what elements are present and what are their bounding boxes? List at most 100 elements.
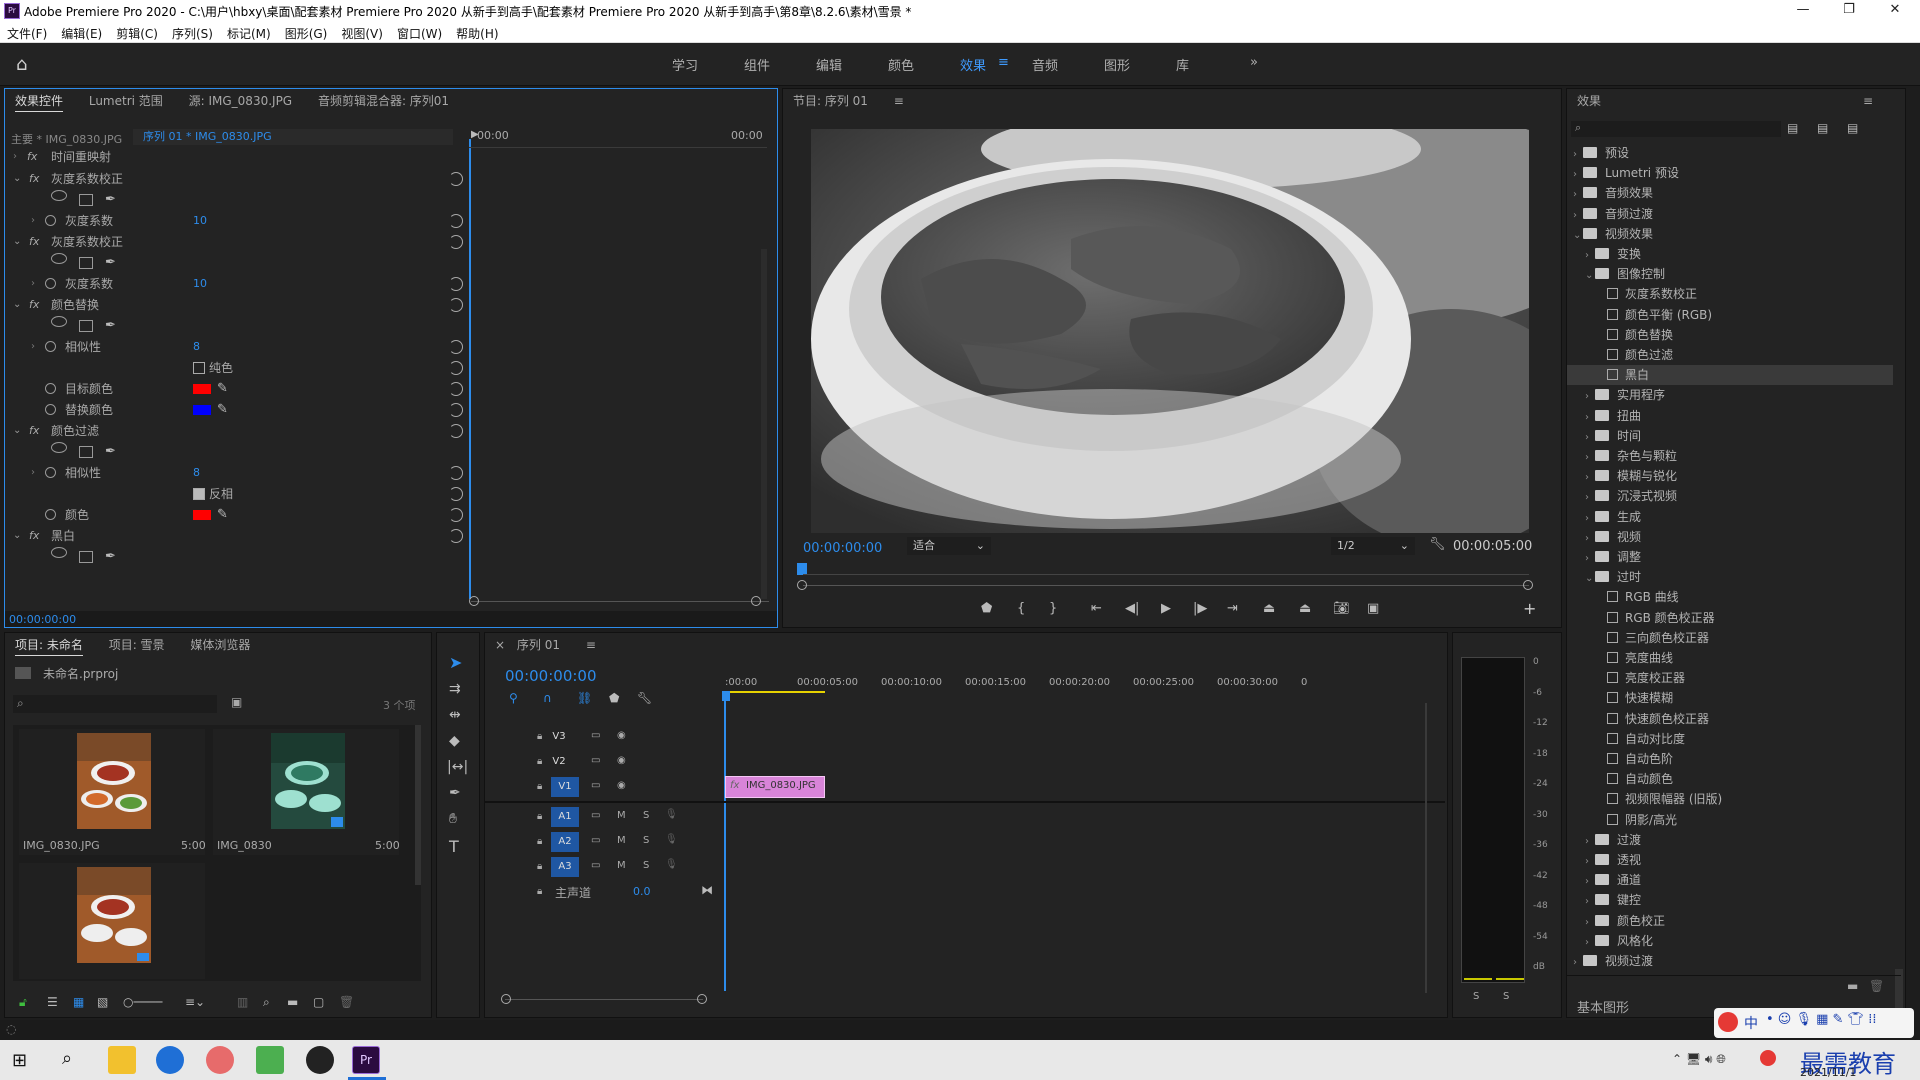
pen-mask-icon[interactable]: ✒ [105, 547, 116, 567]
step-back-icon[interactable]: ◀| [1125, 601, 1139, 616]
effects-folder[interactable]: › 扭曲 [1567, 406, 1893, 426]
chevron-right-icon[interactable]: › [1585, 509, 1595, 529]
effect-item[interactable]: 自动色阶 [1567, 749, 1893, 769]
extract-icon[interactable]: ⏏ [1299, 601, 1311, 616]
lock-icon[interactable]: 🔒︎ [537, 836, 542, 847]
lock-icon[interactable]: 🔒︎ [537, 756, 542, 767]
maximize-button[interactable]: ❐ [1826, 0, 1872, 22]
workspace-learn[interactable]: 学习 [672, 55, 698, 74]
effect-item[interactable]: 黑白 [1567, 365, 1893, 386]
reset-icon[interactable] [449, 466, 463, 480]
lock-icon[interactable]: 🔒︎ [537, 731, 542, 742]
tab-project-snow[interactable]: 项目: 雪景 [109, 638, 165, 652]
eye-icon[interactable]: ◉ [617, 780, 626, 791]
timeline-zoom-right-handle[interactable] [697, 994, 707, 1004]
menu-window[interactable]: 窗口(W) [390, 22, 449, 42]
mute-button[interactable]: M [617, 835, 626, 846]
chevron-right-icon[interactable]: › [1585, 408, 1595, 428]
close-button[interactable]: ✕ [1872, 0, 1918, 22]
mask-tools-row[interactable]: ✒ [9, 253, 463, 273]
list-view-icon[interactable]: ☰ [47, 995, 58, 1009]
panel-menu-icon[interactable]: ≡ [586, 638, 596, 652]
lock-icon[interactable]: 🔒︎ [537, 861, 542, 872]
freeform-view-icon[interactable]: ▧ [97, 995, 108, 1009]
chevron-right-icon[interactable]: › [1585, 529, 1595, 549]
effect-item[interactable]: 灰度系数校正 [1567, 284, 1893, 304]
search-icon[interactable]: ⌕ [62, 1048, 72, 1069]
ec-scrollbar[interactable] [761, 249, 767, 599]
effect-header-row[interactable]: ⌄ fx 灰度系数校正 [9, 169, 463, 189]
color-row[interactable]: 替换颜色 ✎ [9, 400, 463, 420]
selection-tool-icon[interactable]: ➤ [449, 653, 462, 672]
rectangle-mask-icon[interactable] [79, 551, 93, 563]
fx-toggle-icon[interactable]: fx [29, 295, 39, 315]
reset-icon[interactable] [449, 487, 463, 501]
program-timecode[interactable]: 00:00:00:00 [803, 541, 882, 556]
chevron-right-icon[interactable]: › [31, 211, 35, 231]
stopwatch-icon[interactable] [45, 383, 56, 394]
chevron-down-icon[interactable]: ⌄ [13, 232, 21, 252]
fx-toggle-icon[interactable]: fx [29, 169, 39, 189]
chevron-right-icon[interactable]: › [1585, 488, 1595, 508]
effect-item[interactable]: 颜色过滤 [1567, 345, 1893, 365]
fit-dropdown[interactable]: 适合 ⌄ [907, 537, 991, 555]
reset-icon[interactable] [449, 172, 463, 186]
microphone-icon[interactable]: 🎙︎ [665, 834, 678, 845]
microphone-icon[interactable]: 🎙︎ [665, 859, 678, 870]
tab-effect-controls[interactable]: 效果控件 [15, 94, 64, 112]
fx-toggle-icon[interactable]: fx [29, 421, 39, 441]
parameter-value[interactable]: 10 [193, 274, 207, 294]
effect-item[interactable]: 颜色替换 [1567, 325, 1893, 345]
sync-lock-icon[interactable]: ▭ [591, 835, 600, 846]
ime-mode-chinese[interactable]: 中 [1744, 1013, 1758, 1033]
track-name[interactable]: V2 [545, 752, 573, 772]
sync-lock-icon[interactable]: ▭ [591, 810, 600, 821]
reset-icon[interactable] [449, 382, 463, 396]
effects-folder[interactable]: ⌄ 视频效果 [1567, 224, 1893, 244]
chevron-right-icon[interactable]: › [1585, 892, 1595, 912]
fx-toggle-icon[interactable]: fx [29, 526, 39, 546]
sync-lock-icon[interactable]: ▭ [591, 780, 600, 791]
panel-menu-icon[interactable]: ≡ [894, 94, 904, 108]
chevron-right-icon[interactable]: › [1585, 428, 1595, 448]
track-name[interactable]: V1 [551, 777, 579, 797]
play-icon[interactable]: ▶ [1161, 601, 1171, 616]
sync-lock-icon[interactable]: ▭ [591, 730, 600, 741]
ec-playhead[interactable] [469, 139, 471, 599]
delete-icon[interactable]: 🗑︎ [1869, 979, 1884, 993]
chevron-right-icon[interactable]: › [31, 337, 35, 357]
effects-folder[interactable]: › 视频 [1567, 527, 1893, 547]
reset-icon[interactable] [449, 298, 463, 312]
workspace-graphics[interactable]: 图形 [1104, 55, 1130, 74]
hand-tool-icon[interactable]: ✋︎ [449, 811, 457, 827]
solo-left-button[interactable]: S [1473, 991, 1479, 1002]
stopwatch-icon[interactable] [45, 278, 56, 289]
menu-view[interactable]: 视图(V) [334, 22, 390, 42]
chevron-right-icon[interactable]: › [1573, 165, 1583, 185]
effect-item[interactable]: 视频限幅器 (旧版) [1567, 789, 1893, 809]
chevron-right-icon[interactable]: › [13, 147, 17, 167]
pen-tool-icon[interactable]: ✒ [449, 785, 461, 801]
go-to-out-icon[interactable]: ⇥ [1227, 601, 1238, 616]
effects-folder[interactable]: › 过渡 [1567, 830, 1893, 850]
effects-folder[interactable]: › 音频效果 [1567, 183, 1893, 203]
track-name[interactable]: A2 [551, 832, 579, 852]
resolution-dropdown[interactable]: 1/2 ⌄ [1331, 537, 1415, 555]
color-swatch[interactable] [193, 384, 211, 394]
project-item[interactable]: IMG_0830.JPG 5:00 [19, 729, 206, 855]
effect-item[interactable]: 快速模糊 [1567, 688, 1893, 708]
ellipse-mask-icon[interactable] [51, 316, 67, 327]
close-icon[interactable]: × [495, 638, 505, 652]
track-select-tool-icon[interactable]: ⇉ [449, 681, 461, 697]
razor-tool-icon[interactable]: ◆ [449, 733, 460, 749]
eyedropper-icon[interactable]: ✎ [217, 400, 228, 420]
mark-out-icon[interactable]: } [1049, 601, 1057, 616]
icon-view-icon[interactable]: ▦ [73, 995, 84, 1009]
stopwatch-icon[interactable] [45, 509, 56, 520]
reset-icon[interactable] [449, 235, 463, 249]
menu-clip[interactable]: 剪辑(C) [109, 22, 165, 42]
effect-header-row[interactable]: ⌄ fx 颜色过滤 [9, 421, 463, 441]
stopwatch-icon[interactable] [45, 404, 56, 415]
type-tool-icon[interactable]: T [449, 837, 459, 856]
system-tray-icons[interactable]: ⌃ 🖥︎ 🔊︎ 🌐︎ [1672, 1052, 1726, 1067]
